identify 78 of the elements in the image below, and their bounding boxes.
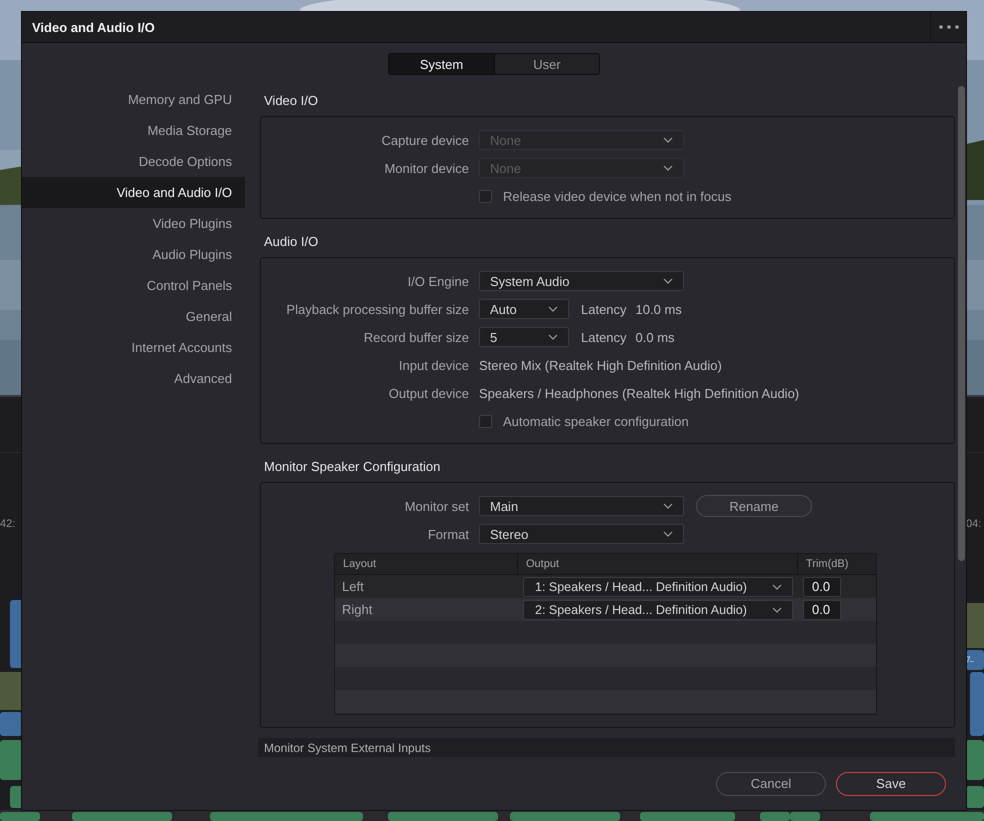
- field-label: I/O Engine: [406, 274, 470, 288]
- column-header: Output: [517, 554, 797, 574]
- window-title: Video and Audio I/O: [31, 18, 156, 36]
- table-cell-text: Left: [341, 579, 365, 594]
- dropdown[interactable]: Auto: [479, 299, 569, 319]
- section-heading: Monitor Speaker Configuration: [263, 458, 442, 476]
- field-value: Stereo Mix (Realtek High Definition Audio): [479, 358, 722, 372]
- video-thumbnail: [0, 672, 22, 710]
- cancel-button[interactable]: Cancel: [716, 772, 826, 796]
- dropdown: None: [479, 130, 684, 150]
- chevron-down-icon: [548, 306, 558, 312]
- tab[interactable]: System: [389, 54, 494, 74]
- section-heading: Audio I/O: [263, 232, 320, 250]
- dropdown[interactable]: Main: [479, 496, 684, 516]
- video-clip: [0, 712, 22, 736]
- field-label: Monitor set: [404, 498, 470, 514]
- dropdown: None: [479, 158, 684, 178]
- table-cell-text: Right: [341, 602, 374, 617]
- sidebar-item[interactable]: Control Panels: [22, 270, 245, 301]
- sidebar-item[interactable]: Internet Accounts: [22, 332, 245, 363]
- column-header: Trim(dB): [797, 554, 876, 574]
- dropdown[interactable]: System Audio: [479, 271, 684, 291]
- checkbox-label: Automatic speaker configuration: [503, 414, 689, 428]
- trim-field[interactable]: 0.0: [803, 600, 841, 620]
- timecode: 42:: [0, 518, 16, 530]
- sidebar-item[interactable]: General: [22, 301, 245, 332]
- field-label: Record buffer size: [362, 330, 470, 344]
- field-label: Output device: [388, 386, 470, 400]
- checkbox[interactable]: [479, 190, 492, 202]
- output-dropdown[interactable]: 1: Speakers / Head... Definition Audio): [523, 576, 793, 596]
- field-value: Speakers / Headphones (Realtek High Definition Audio): [479, 386, 800, 400]
- rename-button[interactable]: Rename: [696, 495, 812, 517]
- clip-label: 7...: [966, 655, 974, 664]
- field-label: Capture device: [380, 132, 470, 148]
- field-label: Monitor device: [383, 160, 470, 176]
- scrollbar-thumb[interactable]: [958, 86, 965, 561]
- dropdown[interactable]: Stereo: [479, 524, 684, 544]
- chevron-down-icon: [663, 531, 673, 537]
- dropdown[interactable]: 5: [479, 327, 569, 347]
- video-thumbnail: [966, 603, 984, 648]
- sidebar-item[interactable]: Advanced: [22, 363, 245, 394]
- latency-label: Latency: [581, 330, 627, 344]
- sidebar-item[interactable]: Video Plugins: [22, 208, 245, 239]
- tab[interactable]: User: [494, 54, 599, 74]
- video-clip: [970, 672, 984, 736]
- sidebar-item[interactable]: Media Storage: [22, 115, 245, 146]
- field-label: Playback processing buffer size: [285, 302, 470, 316]
- chevron-down-icon: [663, 165, 673, 171]
- trim-field[interactable]: 0.0: [803, 576, 841, 596]
- sidebar-item[interactable]: Memory and GPU: [22, 84, 245, 115]
- audio-clip: [790, 812, 820, 821]
- chevron-down-icon: [663, 137, 673, 143]
- audio-clip: [760, 812, 790, 821]
- latency-label: Latency: [581, 302, 627, 316]
- audio-clip: [0, 812, 40, 821]
- sidebar-item[interactable]: Audio Plugins: [22, 239, 245, 270]
- latency-value: 10.0 ms: [636, 302, 682, 316]
- chevron-down-icon: [663, 503, 673, 509]
- chevron-down-icon: [772, 584, 782, 590]
- chevron-down-icon: [663, 278, 673, 284]
- chevron-down-icon: [772, 606, 782, 612]
- audio-clip: [0, 740, 22, 780]
- chevron-down-icon: [548, 334, 558, 340]
- field-label: Input device: [398, 358, 470, 372]
- column-header: Layout: [342, 557, 378, 572]
- save-button[interactable]: Save: [836, 772, 946, 796]
- sidebar-item[interactable]: Video and Audio I/O: [22, 177, 245, 208]
- section-heading: Monitor System External Inputs: [258, 738, 955, 757]
- field-label: Format: [426, 526, 470, 542]
- more-icon: [938, 25, 958, 29]
- audio-clip: [966, 740, 984, 780]
- checkbox[interactable]: [479, 414, 492, 428]
- sidebar-item[interactable]: Decode Options: [22, 146, 245, 177]
- latency-value: 0.0 ms: [636, 330, 675, 344]
- section-heading: Video I/O: [263, 92, 319, 110]
- output-dropdown[interactable]: 2: Speakers / Head... Definition Audio): [523, 600, 793, 620]
- checkbox-label: Release video device when not in focus: [503, 188, 732, 204]
- audio-clip: [966, 786, 984, 808]
